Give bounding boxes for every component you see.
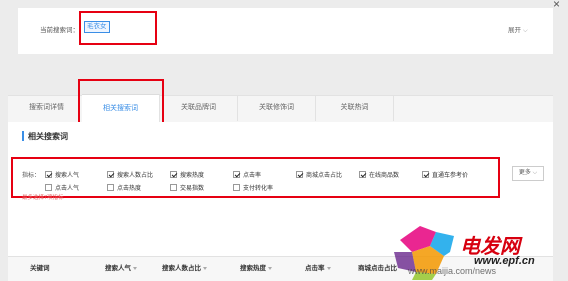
col-header-search-user-ratio[interactable]: 搜索人数占比 (162, 262, 207, 272)
checkbox-checked[interactable] (233, 171, 240, 178)
checkbox-checked[interactable] (422, 171, 429, 178)
tab-related-modifier-terms[interactable]: 关联修饰词 (238, 95, 316, 121)
metric-option-search-heat[interactable]: 搜索热度 (170, 170, 204, 179)
metrics-label: 指标： (22, 173, 41, 179)
expand-toggle[interactable]: 展开 ⌵ (508, 24, 528, 35)
metric-option-online-items[interactable]: 在线商品数 (359, 170, 399, 179)
tab-related-hot-terms[interactable]: 关联热词 (316, 95, 394, 121)
more-label: 更多 (518, 170, 531, 176)
section-title-bar (22, 131, 24, 141)
checkbox-checked[interactable] (296, 171, 303, 178)
metric-option-trade-index[interactable]: 交易指数 (170, 183, 204, 192)
metric-option-search-user-ratio[interactable]: 搜索人数占比 (107, 170, 153, 179)
checkbox-unchecked[interactable] (107, 184, 114, 191)
checkbox-checked[interactable] (45, 171, 52, 178)
col-header-keyword: 关键词 (30, 265, 50, 272)
col-header-click-rate[interactable]: 点击率 (305, 262, 331, 272)
sort-icon (326, 266, 331, 270)
metric-option-pay-conversion[interactable]: 支付转化率 (233, 183, 273, 192)
sort-icon (203, 266, 207, 270)
metric-option-search-popularity[interactable]: 搜索人气 (45, 170, 79, 179)
tab-related-brand-terms[interactable]: 关联品牌词 (160, 95, 238, 121)
watermark-partial-url: www.maijia.com/news (408, 266, 497, 276)
highlight-box-current-term (79, 11, 157, 45)
checkbox-unchecked[interactable] (45, 184, 52, 191)
sort-icon (268, 266, 272, 270)
more-button[interactable]: 更多 ⌵ (512, 166, 544, 181)
tab-search-term-detail[interactable]: 搜索词详情 (8, 95, 86, 121)
chevron-down-icon: ⌵ (532, 170, 538, 176)
sort-icon (133, 266, 137, 270)
checkbox-unchecked[interactable] (233, 184, 240, 191)
expand-label: 展开 (508, 27, 521, 34)
checkbox-checked[interactable] (359, 171, 366, 178)
metric-option-click-rate[interactable]: 点击率 (233, 170, 261, 179)
metric-option-ztc-price[interactable]: 直通车参考价 (422, 170, 468, 179)
checkbox-checked[interactable] (170, 171, 177, 178)
chevron-down-icon: ⌵ (522, 27, 528, 34)
metric-option-mall-click-ratio[interactable]: 商城点击占比 (296, 170, 342, 179)
metric-option-click-popularity[interactable]: 点击人气 (45, 183, 79, 192)
checkbox-unchecked[interactable] (170, 184, 177, 191)
col-header-search-heat[interactable]: 搜索热度 (240, 262, 272, 272)
current-term-label: 当前搜索词： (40, 27, 79, 34)
metrics-hint: 最多选择7项指标 (22, 195, 64, 201)
col-header-search-popularity[interactable]: 搜索人气 (105, 262, 137, 272)
close-icon[interactable]: × (553, 0, 560, 11)
metric-option-click-heat[interactable]: 点击热度 (107, 183, 141, 192)
section-title: 相关搜索词 (28, 132, 68, 141)
checkbox-checked[interactable] (107, 171, 114, 178)
